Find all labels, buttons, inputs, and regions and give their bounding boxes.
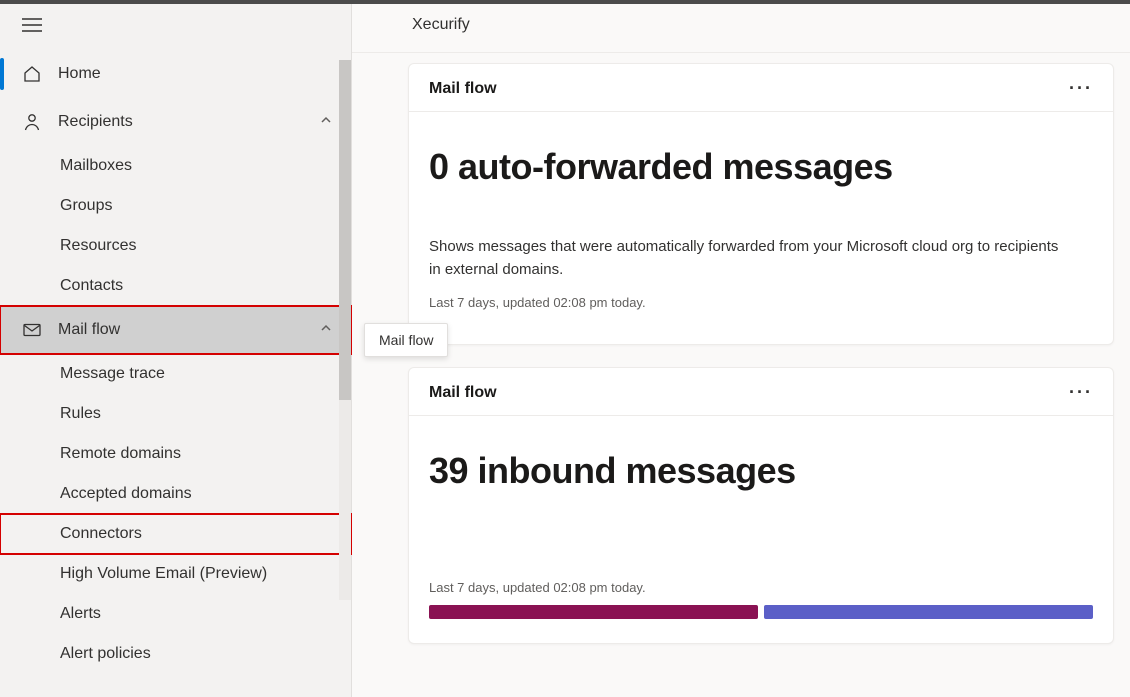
sidebar-item-groups[interactable]: Groups — [0, 186, 351, 226]
card-description: Shows messages that were automatically f… — [429, 236, 1069, 281]
sidebar-sub-label: Accepted domains — [60, 485, 192, 503]
sidebar-scrollbar-track[interactable] — [339, 60, 351, 600]
card-inbound-messages: Mail flow ··· 39 inbound messages Last 7… — [408, 367, 1114, 644]
tooltip-mail-flow: Mail flow — [364, 323, 448, 357]
sidebar-sub-label: Rules — [60, 405, 101, 423]
card-stat: 39 inbound messages — [429, 450, 1093, 492]
sidebar-item-label: Home — [58, 65, 101, 83]
sidebar-sub-label: Remote domains — [60, 445, 181, 463]
sidebar-item-home[interactable]: Home — [0, 50, 351, 98]
card-title: Mail flow — [429, 384, 497, 402]
mail-icon — [22, 320, 42, 340]
chart-bar-segment — [429, 605, 758, 619]
main-content: Xecurify Mail flow ··· 0 auto-forwarded … — [352, 4, 1130, 697]
sidebar-sub-label: High Volume Email (Preview) — [60, 565, 267, 583]
sidebar-item-mailboxes[interactable]: Mailboxes — [0, 146, 351, 186]
sidebar-sub-label: Connectors — [60, 525, 142, 543]
chart-bar-segment — [764, 605, 1093, 619]
card-meta: Last 7 days, updated 02:08 pm today. — [429, 295, 1093, 310]
person-icon — [22, 112, 42, 132]
sidebar-item-recipients[interactable]: Recipients — [0, 98, 351, 146]
sidebar: Home Recipients Mailboxes Groups Resourc… — [0, 4, 352, 697]
tooltip-text: Mail flow — [379, 332, 433, 348]
sidebar-item-contacts[interactable]: Contacts — [0, 266, 351, 306]
hamburger-menu-button[interactable] — [0, 4, 351, 50]
sidebar-item-label: Recipients — [58, 113, 133, 131]
card-title: Mail flow — [429, 80, 497, 98]
sidebar-sub-label: Message trace — [60, 365, 165, 383]
more-icon: ··· — [1069, 78, 1093, 98]
home-icon — [22, 64, 42, 84]
sidebar-item-message-trace[interactable]: Message trace — [0, 354, 351, 394]
more-icon: ··· — [1069, 382, 1093, 402]
card-auto-forwarded: Mail flow ··· 0 auto-forwarded messages … — [408, 63, 1114, 345]
sidebar-sub-label: Mailboxes — [60, 157, 132, 175]
chevron-up-icon — [319, 113, 333, 132]
org-name-label: Xecurify — [412, 16, 470, 33]
sidebar-item-resources[interactable]: Resources — [0, 226, 351, 266]
sidebar-item-label: Mail flow — [58, 321, 120, 339]
hamburger-icon — [22, 18, 42, 32]
sidebar-scrollbar-thumb[interactable] — [339, 60, 351, 400]
sidebar-sub-label: Alert policies — [60, 645, 151, 663]
card-meta: Last 7 days, updated 02:08 pm today. — [429, 580, 1093, 595]
sidebar-item-alerts[interactable]: Alerts — [0, 594, 351, 634]
sidebar-sub-label: Groups — [60, 197, 112, 215]
sidebar-item-remote-domains[interactable]: Remote domains — [0, 434, 351, 474]
card-chart-bars — [429, 605, 1093, 619]
card-menu-button[interactable]: ··· — [1069, 78, 1093, 99]
chevron-up-icon — [319, 321, 333, 340]
card-menu-button[interactable]: ··· — [1069, 382, 1093, 403]
sidebar-sub-label: Contacts — [60, 277, 123, 295]
sidebar-sub-label: Resources — [60, 237, 136, 255]
card-stat: 0 auto-forwarded messages — [429, 146, 1093, 188]
sidebar-item-mail-flow[interactable]: Mail flow — [0, 306, 351, 354]
sidebar-item-alert-policies[interactable]: Alert policies — [0, 634, 351, 674]
sidebar-item-accepted-domains[interactable]: Accepted domains — [0, 474, 351, 514]
sidebar-item-connectors[interactable]: Connectors — [0, 514, 351, 554]
sidebar-item-rules[interactable]: Rules — [0, 394, 351, 434]
sidebar-item-high-volume-email[interactable]: High Volume Email (Preview) — [0, 554, 351, 594]
sidebar-sub-label: Alerts — [60, 605, 101, 623]
org-name-header: Xecurify — [352, 4, 1130, 53]
